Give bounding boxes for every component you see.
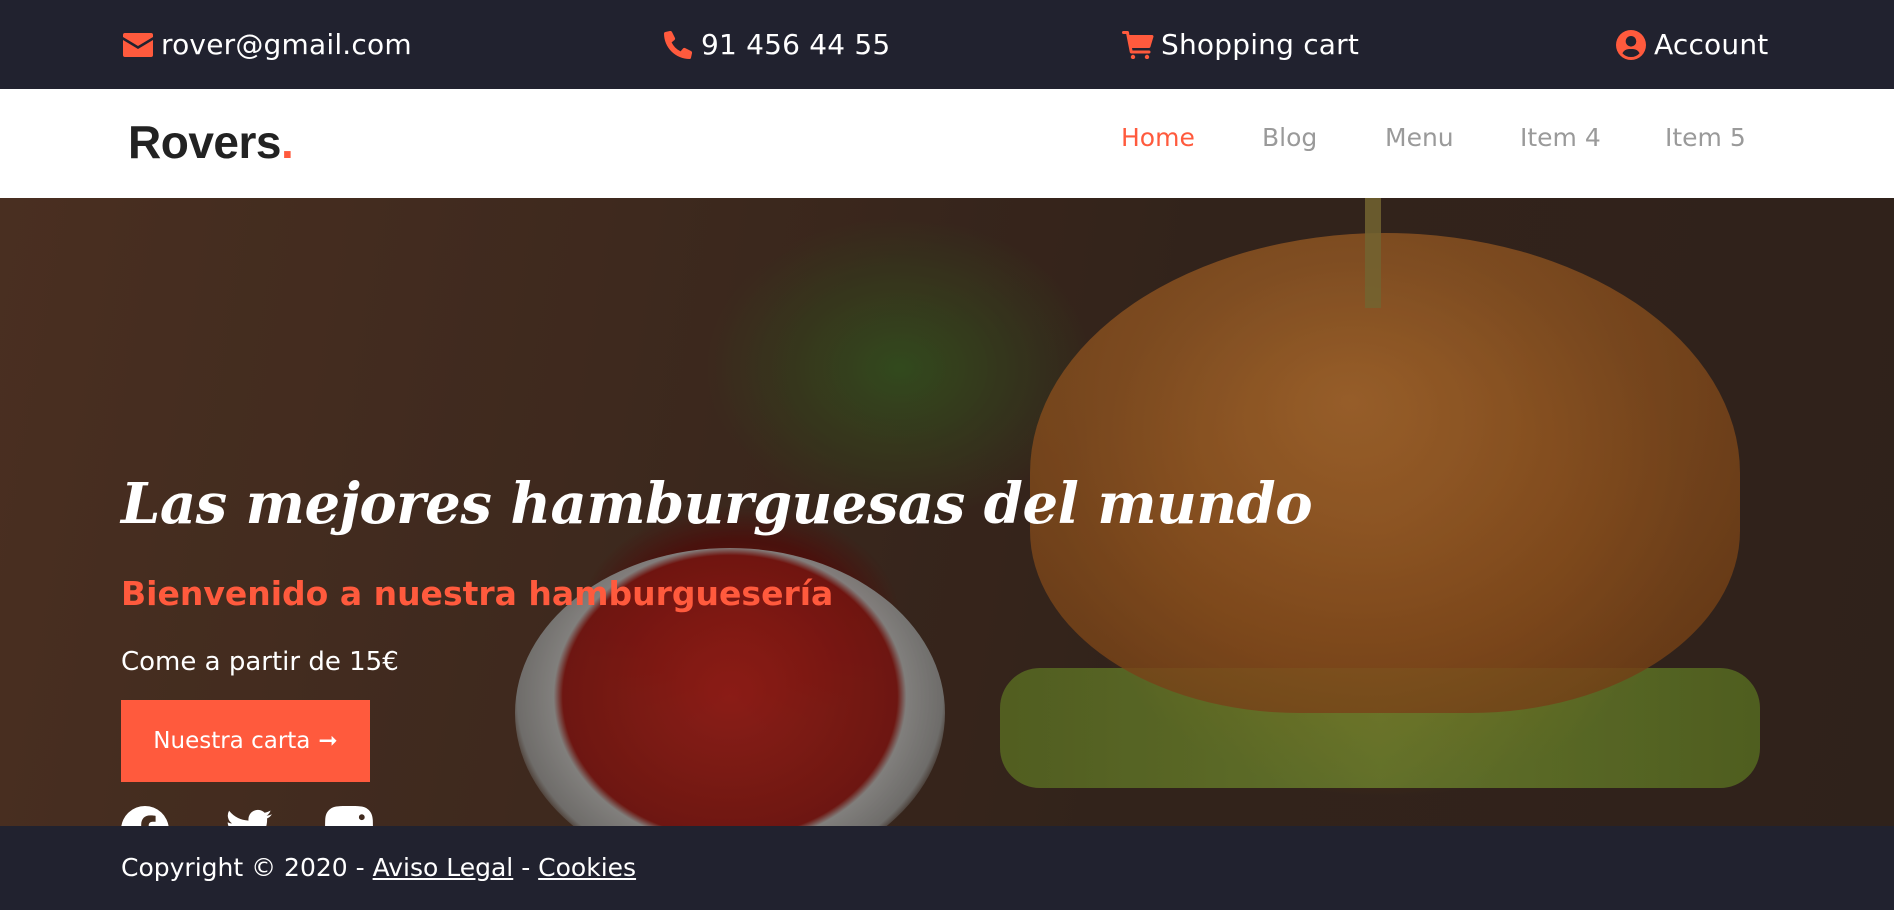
legal-notice-link[interactable]: Aviso Legal — [373, 853, 514, 882]
cart-icon — [1121, 28, 1155, 62]
footer-copyright: Copyright © 2020 - Aviso Legal - Cookies — [121, 853, 636, 882]
nav-item-5[interactable]: Item 5 — [1665, 123, 1746, 152]
user-circle-icon — [1614, 28, 1648, 62]
footer-separator: - — [513, 853, 539, 882]
top-contact-bar: rover@gmail.com 91 456 44 55 Shopping ca… — [0, 0, 1894, 89]
twitter-icon[interactable] — [224, 806, 272, 826]
nav-item-home[interactable]: Home — [1121, 123, 1195, 152]
facebook-icon[interactable] — [121, 806, 169, 826]
envelope-icon — [121, 28, 155, 62]
account-text: Account — [1654, 28, 1769, 61]
hero-section: Las mejores hamburguesas del mundo Bienv… — [0, 198, 1894, 826]
menu-cta-label: Nuestra carta — [153, 728, 311, 754]
brand-dot: . — [280, 116, 294, 168]
brand-name: Rovers — [128, 116, 281, 168]
nav-item-menu[interactable]: Menu — [1385, 123, 1454, 152]
hero-subtitle: Bienvenido a nuestra hamburguesería — [121, 574, 834, 613]
brand-logo[interactable]: Rovers. — [128, 115, 294, 169]
cart-text: Shopping cart — [1161, 28, 1360, 61]
copyright-text: Copyright © 2020 - — [121, 853, 373, 882]
phone-text: 91 456 44 55 — [701, 28, 891, 61]
nav-item-blog[interactable]: Blog — [1262, 123, 1317, 152]
instagram-icon[interactable] — [325, 806, 373, 826]
hero-price-text: Come a partir de 15€ — [121, 647, 399, 677]
phone-contact[interactable]: 91 456 44 55 — [661, 0, 890, 89]
page-footer: Copyright © 2020 - Aviso Legal - Cookies — [0, 826, 1894, 910]
email-text: rover@gmail.com — [161, 28, 412, 61]
nav-item-4[interactable]: Item 4 — [1520, 123, 1601, 152]
arrow-right-icon: ➞ — [318, 728, 338, 754]
hero-title: Las mejores hamburguesas del mundo — [121, 471, 1313, 537]
main-navbar: Rovers. Home Blog Menu Item 4 Item 5 — [0, 89, 1894, 198]
shopping-cart-link[interactable]: Shopping cart — [1121, 0, 1359, 89]
email-contact[interactable]: rover@gmail.com — [121, 0, 412, 89]
menu-cta-button[interactable]: Nuestra carta ➞ — [121, 700, 370, 782]
cookies-link[interactable]: Cookies — [538, 853, 636, 882]
phone-icon — [661, 28, 695, 62]
account-link[interactable]: Account — [1614, 0, 1768, 89]
